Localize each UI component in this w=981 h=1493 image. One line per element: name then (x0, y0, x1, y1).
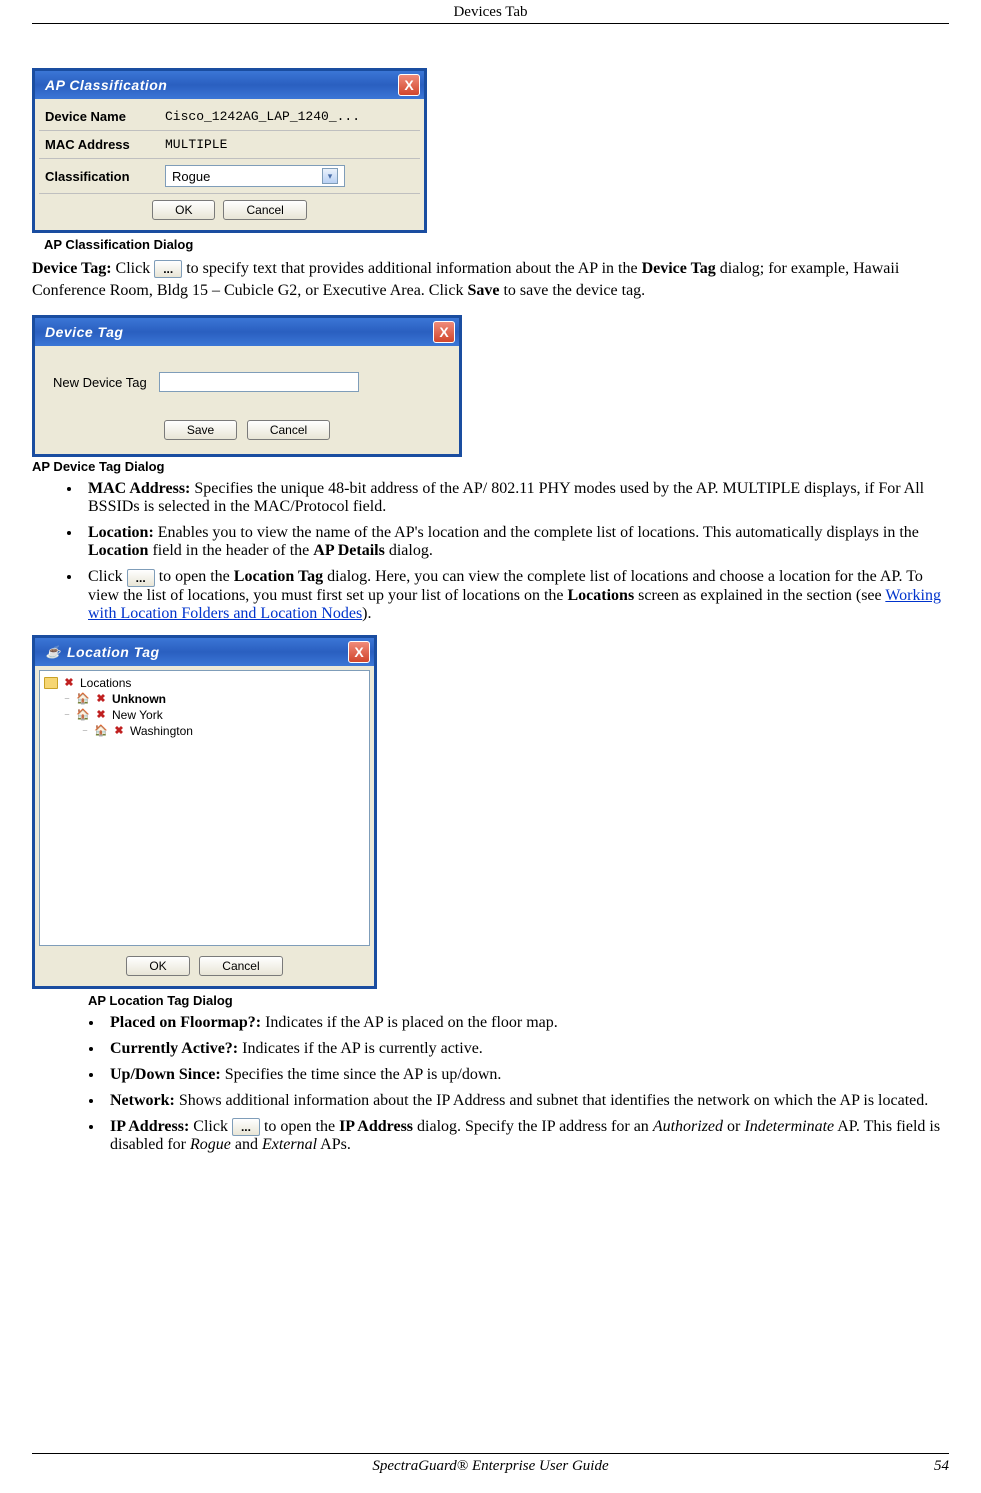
location-tree[interactable]: ✖ Locations ⎯ 🏠 ✖ Unknown ⎯ 🏠 ✖ New York (39, 670, 370, 946)
ellipsis-button[interactable]: ... (232, 1118, 260, 1136)
tree-label: Unknown (112, 692, 166, 706)
row-classification: Classification Rogue ▾ (39, 158, 420, 193)
dialog-button-row: Save Cancel (53, 420, 441, 440)
bullet-network: Network: Shows additional information ab… (104, 1092, 949, 1110)
cancel-button[interactable]: Cancel (223, 200, 306, 220)
close-icon[interactable]: X (348, 641, 370, 663)
dialog-title: Location Tag (67, 644, 160, 660)
node-icon: 🏠 (76, 692, 90, 706)
bullet-floormap: Placed on Floormap?: Indicates if the AP… (104, 1014, 949, 1032)
dialog-titlebar: Device Tag X (35, 318, 459, 346)
ellipsis-button[interactable]: ... (127, 569, 155, 587)
classification-select[interactable]: Rogue ▾ (165, 165, 345, 187)
page-header: Devices Tab (32, 0, 949, 24)
cancel-button[interactable]: Cancel (247, 420, 330, 440)
bullet-up-down-since: Up/Down Since: Specifies the time since … (104, 1066, 949, 1084)
close-icon[interactable]: X (398, 74, 420, 96)
chevron-down-icon: ▾ (322, 168, 338, 184)
row-mac: MAC Address MULTIPLE (39, 130, 420, 158)
tree-label: New York (112, 708, 163, 722)
device-tag-lead: Device Tag: (32, 260, 116, 277)
bullet-list-2: Placed on Floormap?: Indicates if the AP… (104, 1014, 949, 1154)
ok-button[interactable]: OK (126, 956, 189, 976)
bullet-mac-address: MAC Address: Specifies the unique 48-bit… (82, 480, 949, 516)
folder-icon (44, 677, 58, 689)
tree-label: Locations (80, 676, 131, 690)
bullet-list-1: MAC Address: Specifies the unique 48-bit… (82, 480, 949, 622)
bullet-ip-address: IP Address: Click ... to open the IP Add… (104, 1118, 949, 1154)
footer-guide: SpectraGuard® Enterprise User Guide (32, 1458, 949, 1475)
dialog-button-row: OK Cancel (39, 956, 370, 976)
dialog-button-row: OK Cancel (39, 193, 420, 226)
bullet-currently-active: Currently Active?: Indicates if the AP i… (104, 1040, 949, 1058)
header-title: Devices Tab (453, 4, 527, 20)
node-icon: 🏠 (94, 724, 108, 738)
label-device-name: Device Name (45, 109, 165, 124)
tree-label: Washington (130, 724, 193, 738)
tree-node-newyork[interactable]: ⎯ 🏠 ✖ New York (62, 707, 365, 723)
dialog-title: Device Tag (45, 324, 123, 340)
close-icon[interactable]: X (433, 321, 455, 343)
dialog-titlebar: AP Classification X (35, 71, 424, 99)
status-icon: ✖ (94, 692, 108, 706)
label-new-device-tag: New Device Tag (53, 375, 147, 390)
device-tag-dialog: Device Tag X New Device Tag Save Cancel (32, 315, 462, 457)
cancel-button[interactable]: Cancel (199, 956, 282, 976)
java-icon: ☕ (45, 644, 61, 660)
status-icon: ✖ (112, 724, 126, 738)
tree-node-washington[interactable]: ⎯ 🏠 ✖ Washington (80, 723, 365, 739)
value-device-name: Cisco_1242AG_LAP_1240_... (165, 109, 414, 124)
location-tag-dialog: ☕ Location Tag X ✖ Locations ⎯ 🏠 ✖ (32, 635, 377, 989)
value-mac: MULTIPLE (165, 137, 414, 152)
row-new-device-tag: New Device Tag (53, 370, 441, 394)
ok-button[interactable]: OK (152, 200, 215, 220)
caption-location-tag: AP Location Tag Dialog (88, 993, 949, 1008)
caption-device-tag: AP Device Tag Dialog (32, 459, 949, 474)
tree-node-unknown[interactable]: ⎯ 🏠 ✖ Unknown (62, 691, 365, 707)
status-icon: ✖ (62, 676, 76, 690)
tree-connector-icon: ⎯ (62, 709, 72, 720)
device-tag-input[interactable] (159, 372, 359, 392)
tree-connector-icon: ⎯ (62, 693, 72, 704)
label-classification: Classification (45, 169, 165, 184)
status-icon: ✖ (94, 708, 108, 722)
tree-root[interactable]: ✖ Locations (44, 675, 365, 691)
save-button[interactable]: Save (164, 420, 237, 440)
dialog-titlebar: ☕ Location Tag X (35, 638, 374, 666)
bullet-click-location-tag: Click ... to open the Location Tag dialo… (82, 568, 949, 622)
ellipsis-button[interactable]: ... (154, 260, 182, 278)
tree-connector-icon: ⎯ (80, 725, 90, 736)
caption-ap-classification: AP Classification Dialog (44, 237, 949, 252)
paragraph-device-tag: Device Tag: Click ... to specify text th… (32, 258, 949, 301)
classification-value: Rogue (172, 169, 210, 184)
bullet-location: Location: Enables you to view the name o… (82, 524, 949, 560)
row-device-name: Device Name Cisco_1242AG_LAP_1240_... (39, 103, 420, 130)
page-footer: SpectraGuard® Enterprise User Guide 54 (32, 1453, 949, 1475)
node-icon: 🏠 (76, 708, 90, 722)
label-mac: MAC Address (45, 137, 165, 152)
dialog-title: AP Classification (45, 77, 167, 93)
ap-classification-dialog: AP Classification X Device Name Cisco_12… (32, 68, 427, 233)
